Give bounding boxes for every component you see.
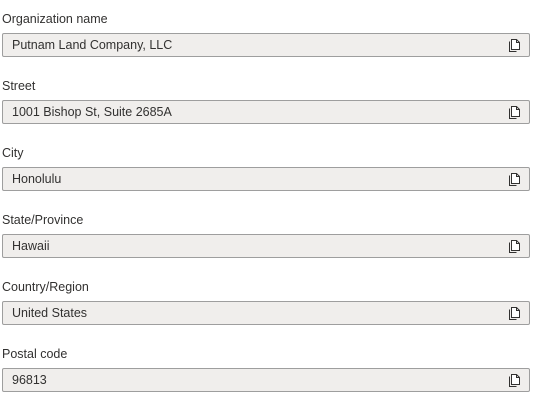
city-label: City <box>2 146 24 160</box>
postal-code-field: Postal code 96813 <box>2 346 530 392</box>
city-value[interactable]: Honolulu <box>12 168 61 190</box>
city-field: City Honolulu <box>2 145 530 191</box>
copy-icon <box>509 173 520 186</box>
state-province-value[interactable]: Hawaii <box>12 235 50 257</box>
organization-name-label: Organization name <box>2 12 108 26</box>
copy-icon <box>509 240 520 253</box>
organization-name-value[interactable]: Putnam Land Company, LLC <box>12 34 172 56</box>
copy-icon <box>509 106 520 119</box>
copy-state-province-button[interactable] <box>505 237 523 255</box>
street-value[interactable]: 1001 Bishop St, Suite 2685A <box>12 101 172 123</box>
copy-organization-name-button[interactable] <box>505 36 523 54</box>
copy-icon <box>509 374 520 387</box>
city-input[interactable]: Honolulu <box>2 167 530 191</box>
copy-icon <box>509 307 520 320</box>
street-label: Street <box>2 79 36 93</box>
organization-details-form: Organization name Putnam Land Company, L… <box>0 0 537 400</box>
copy-city-button[interactable] <box>505 170 523 188</box>
country-region-field: Country/Region United States <box>2 279 530 325</box>
street-input[interactable]: 1001 Bishop St, Suite 2685A <box>2 100 530 124</box>
organization-name-field: Organization name Putnam Land Company, L… <box>2 11 530 57</box>
country-region-label: Country/Region <box>2 280 89 294</box>
state-province-input[interactable]: Hawaii <box>2 234 530 258</box>
country-region-input[interactable]: United States <box>2 301 530 325</box>
organization-name-input[interactable]: Putnam Land Company, LLC <box>2 33 530 57</box>
street-field: Street 1001 Bishop St, Suite 2685A <box>2 78 530 124</box>
postal-code-value[interactable]: 96813 <box>12 369 47 391</box>
postal-code-label: Postal code <box>2 347 68 361</box>
country-region-value[interactable]: United States <box>12 302 87 324</box>
copy-street-button[interactable] <box>505 103 523 121</box>
copy-postal-code-button[interactable] <box>505 371 523 389</box>
state-province-field: State/Province Hawaii <box>2 212 530 258</box>
copy-icon <box>509 39 520 52</box>
postal-code-input[interactable]: 96813 <box>2 368 530 392</box>
state-province-label: State/Province <box>2 213 84 227</box>
copy-country-region-button[interactable] <box>505 304 523 322</box>
